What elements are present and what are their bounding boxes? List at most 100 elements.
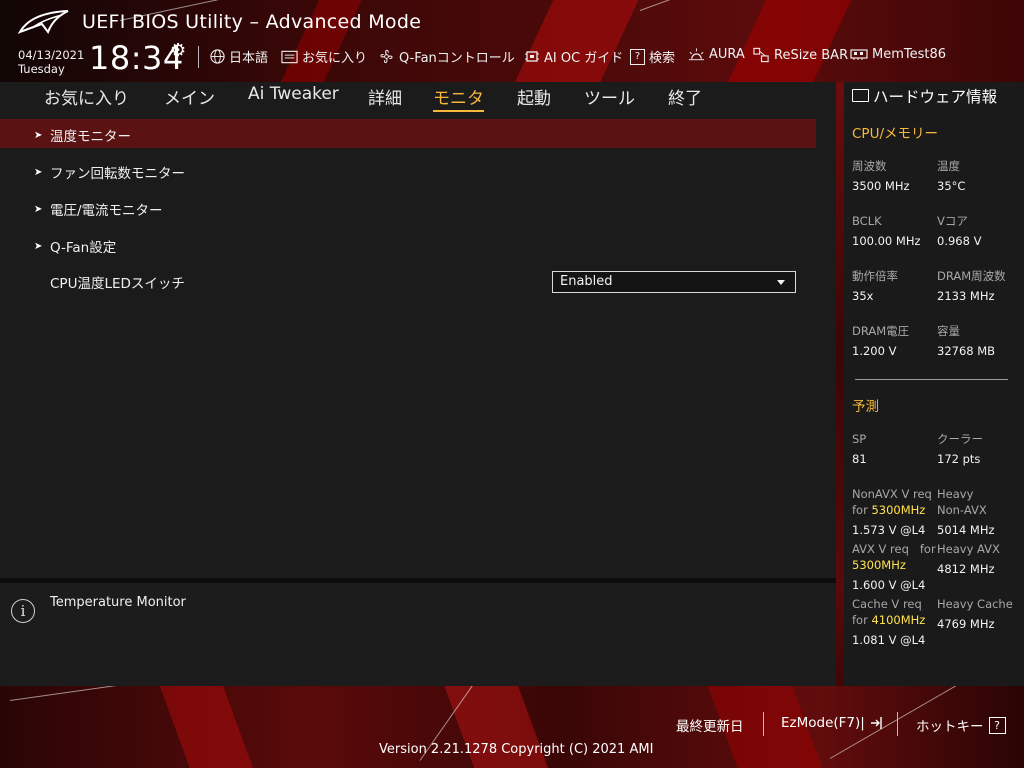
freq-label: 周波数 [852,159,887,173]
memtest-icon [850,49,868,60]
aura-button[interactable]: AURA [688,47,745,62]
resize-bar-icon [753,47,769,63]
cooler-value: 172 pts [937,452,981,466]
header-divider [198,46,199,68]
help-key-icon: ? [988,716,1006,734]
nonavx-label: Non-AVX [937,503,987,517]
favorites-label: お気に入り [302,51,368,66]
date-display: 04/13/2021 Tuesday [18,48,84,76]
tab-advanced[interactable]: 詳細 [368,84,402,109]
gear-icon[interactable]: ⚙ [170,40,186,61]
heavy-nonavx-label: Heavy Non-AVX [937,486,987,518]
chevron-right-icon: ➤ [34,203,43,215]
date-text: 04/13/2021 [18,48,85,62]
memtest-button[interactable]: MemTest86 [850,47,946,62]
language-label: 日本語 [229,51,269,66]
for-text: for [852,613,868,627]
favorites-button[interactable]: お気に入り [281,47,367,66]
cpu-temp-led-switch-label: CPU温度LEDスイッチ [50,276,185,292]
aura-icon [688,48,705,61]
tab-boot[interactable]: 起動 [517,84,551,109]
dram-voltage-label: DRAM電圧 [852,324,910,338]
cooler-label: クーラー [937,432,983,446]
menu-item-voltage-monitor[interactable]: ➤ 電圧/電流モニター [34,199,163,219]
hotkeys-label: ホットキー [916,719,984,735]
search-label: 検索 [649,51,676,66]
tab-monitor[interactable]: モニタ [433,84,484,112]
info-icon: i [11,599,35,623]
footer-divider [897,712,898,736]
temp-value: 35°C [937,179,966,193]
nonavx-req-title: NonAVX V req [852,487,932,501]
cache-req-title: Cache V req [852,597,922,611]
tab-exit[interactable]: 終了 [668,84,702,109]
dram-voltage-value: 1.200 V [852,344,897,358]
heavy-nonavx-value: 5014 MHz [937,523,995,537]
ai-oc-label: AI OC ガイド [544,51,624,66]
temp-label: 温度 [937,159,960,173]
menu-item-label: 温度モニター [50,129,131,145]
monitor-icon [852,88,869,102]
heavy-avx-label: Heavy AVX [937,542,1000,556]
dram-freq-label: DRAM周波数 [937,269,1006,283]
rog-logo [18,10,69,35]
last-modified-button[interactable]: 最終更新日 [676,715,744,735]
qfan-label: Q-Fanコントロール [399,51,515,66]
language-button[interactable]: 日本語 [210,47,268,66]
nonavx-req-label: NonAVX V req for 5300MHz [852,486,932,518]
app-title: UEFI BIOS Utility – Advanced Mode [82,11,422,33]
version-text: Version 2.21.1278 Copyright (C) 2021 AMI [379,742,654,757]
hardware-info-title: ハードウェア情報 [852,85,997,107]
bclk-value: 100.00 MHz [852,234,921,248]
hotkeys-button[interactable]: ホットキー ? [916,715,1006,735]
globe-icon [210,49,225,64]
heavy-label: Heavy [937,487,974,501]
nonavx-freq: 5300MHz [871,503,926,517]
for-text: for [919,542,936,556]
chevron-right-icon: ➤ [34,129,43,141]
heavy-cache-value: 4769 MHz [937,617,995,631]
menu-item-qfan-config[interactable]: ➤ Q-Fan設定 [34,236,116,256]
tab-favorites[interactable]: お気に入り [44,84,129,109]
aura-label: AURA [709,47,745,62]
avx-voltage-value: 1.600 V @L4 [852,578,926,592]
resize-bar-label: ReSize BAR [774,47,849,63]
ai-oc-guide-button[interactable]: AI OC ガイド [524,47,623,66]
cache-req-for: for 4100MHz [852,612,925,628]
menu-item-fan-speed-monitor[interactable]: ➤ ファン回転数モニター [34,162,185,182]
tab-ai-tweaker[interactable]: Ai Tweaker [248,84,339,104]
search-icon: ? [630,48,645,65]
cpu-memory-section-title: CPU/メモリー [852,126,938,142]
sp-label: SP [852,432,867,446]
capacity-value: 32768 MB [937,344,996,358]
fan-icon [380,49,393,64]
nonavx-req-for: for 5300MHz [852,502,932,518]
day-text: Tuesday [18,62,65,76]
main-panel [0,82,836,578]
dram-freq-value: 2133 MHz [937,289,995,303]
select-value: Enabled [560,274,613,289]
chevron-right-icon: ➤ [34,166,43,178]
qfan-control-button[interactable]: Q-Fanコントロール [378,47,515,66]
menu-item-label: ファン回転数モニター [50,166,185,182]
ezmode-label: EzMode(F7)| [781,715,865,731]
ezmode-button[interactable]: EzMode(F7)| [781,715,884,731]
tab-tool[interactable]: ツール [584,84,635,109]
help-text: Temperature Monitor [50,595,186,610]
prediction-section-title: 予測 [852,399,879,415]
cache-req-label: Cache V req for 4100MHz [852,596,925,628]
search-button[interactable]: ? 検索 [630,47,675,66]
chevron-down-icon [777,280,785,285]
cache-freq: 4100MHz [871,613,926,627]
cache-voltage-value: 1.081 V @L4 [852,633,926,647]
vcore-value: 0.968 V [937,234,982,248]
chevron-right-icon: ➤ [34,240,43,252]
nonavx-voltage-value: 1.573 V @L4 [852,523,926,537]
capacity-label: 容量 [937,324,960,338]
resize-bar-button[interactable]: ReSize BAR [753,47,848,63]
hardware-info-label: ハードウェア情報 [873,88,998,106]
cpu-temp-led-switch-select[interactable]: Enabled [552,271,796,293]
heavy-avx-value: 4812 MHz [937,562,995,576]
tab-main[interactable]: メイン [164,84,215,109]
menu-item-temperature-monitor[interactable]: ➤ 温度モニター [34,125,131,145]
